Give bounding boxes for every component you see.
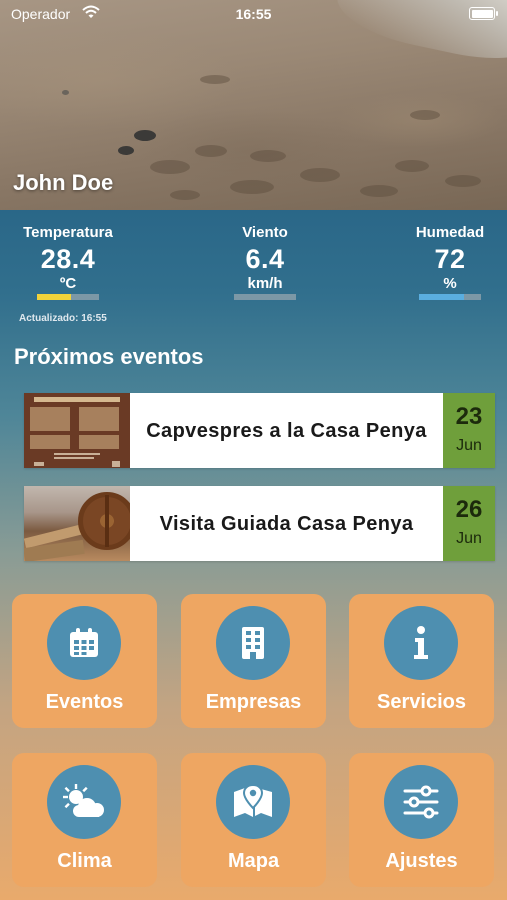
header-photo: Operador 16:55 John Doe xyxy=(0,0,507,210)
wind-unit: km/h xyxy=(247,275,283,292)
event-day: 23 xyxy=(455,403,483,430)
info-icon xyxy=(384,606,458,680)
home-screen: Operador 16:55 John Doe Temperatura 28.4… xyxy=(0,0,507,900)
menu-tile-eventos[interactable]: Eventos xyxy=(12,594,157,728)
wind-value: 6.4 xyxy=(245,244,285,274)
tile-label: Mapa xyxy=(227,850,280,872)
menu-tile-servicios[interactable]: Servicios xyxy=(349,594,494,728)
event-date-badge: 26 Jun xyxy=(443,486,495,561)
event-poster-thumbnail xyxy=(24,393,130,468)
event-day: 26 xyxy=(455,496,483,523)
building-icon xyxy=(216,606,290,680)
tile-label: Servicios xyxy=(377,691,466,713)
event-mill-photo-thumbnail xyxy=(24,486,130,561)
tile-label: Ajustes xyxy=(385,850,458,872)
menu-tile-ajustes[interactable]: Ajustes xyxy=(349,753,494,887)
menu-tile-mapa[interactable]: Mapa xyxy=(181,753,326,887)
wind-label: Viento xyxy=(242,224,288,241)
menu-tile-empresas[interactable]: Empresas xyxy=(181,594,326,728)
wind-bar xyxy=(234,294,296,300)
weather-icon xyxy=(47,765,121,839)
tile-label: Eventos xyxy=(45,691,124,713)
wind-widget: Viento 6.4 km/h xyxy=(205,224,325,300)
temperature-widget: Temperatura 28.4 ºC xyxy=(8,224,128,300)
menu-tile-clima[interactable]: Clima xyxy=(12,753,157,887)
temperature-unit: ºC xyxy=(59,275,77,292)
event-title: Capvespres a la Casa Penya xyxy=(146,419,427,442)
temperature-bar-fill xyxy=(37,294,72,300)
weather-summary: Temperatura 28.4 ºC Viento 6.4 km/h Hume… xyxy=(0,210,507,330)
calendar-icon xyxy=(47,606,121,680)
event-card[interactable]: Capvespres a la Casa Penya 23 Jun xyxy=(24,393,495,468)
event-date-badge: 23 Jun xyxy=(443,393,495,468)
humidity-value: 72 xyxy=(434,244,466,274)
humidity-bar xyxy=(419,294,481,300)
events-section-title: Próximos eventos xyxy=(14,344,204,369)
humidity-label: Humedad xyxy=(415,224,485,241)
tile-label: Clima xyxy=(57,850,112,872)
status-time: 16:55 xyxy=(235,6,272,22)
battery-icon xyxy=(469,7,498,20)
temperature-bar xyxy=(37,294,99,300)
temperature-label: Temperatura xyxy=(23,224,113,241)
humidity-widget: Humedad 72 % xyxy=(390,224,507,300)
status-bar: Operador 16:55 xyxy=(0,0,507,28)
humidity-bar-fill xyxy=(419,294,464,300)
weather-updated-time: Actualizado: 16:55 xyxy=(19,313,107,324)
temperature-value: 28.4 xyxy=(40,244,96,274)
event-title: Visita Guiada Casa Penya xyxy=(159,512,414,535)
sliders-icon xyxy=(384,765,458,839)
user-name: John Doe xyxy=(13,170,114,195)
event-month: Jun xyxy=(456,437,482,454)
map-icon xyxy=(216,765,290,839)
humidity-unit: % xyxy=(443,275,457,292)
tile-label: Empresas xyxy=(205,691,302,713)
event-card[interactable]: Visita Guiada Casa Penya 26 Jun xyxy=(24,486,495,561)
event-month: Jun xyxy=(456,530,482,547)
main-content: Temperatura 28.4 ºC Viento 6.4 km/h Hume… xyxy=(0,210,507,900)
